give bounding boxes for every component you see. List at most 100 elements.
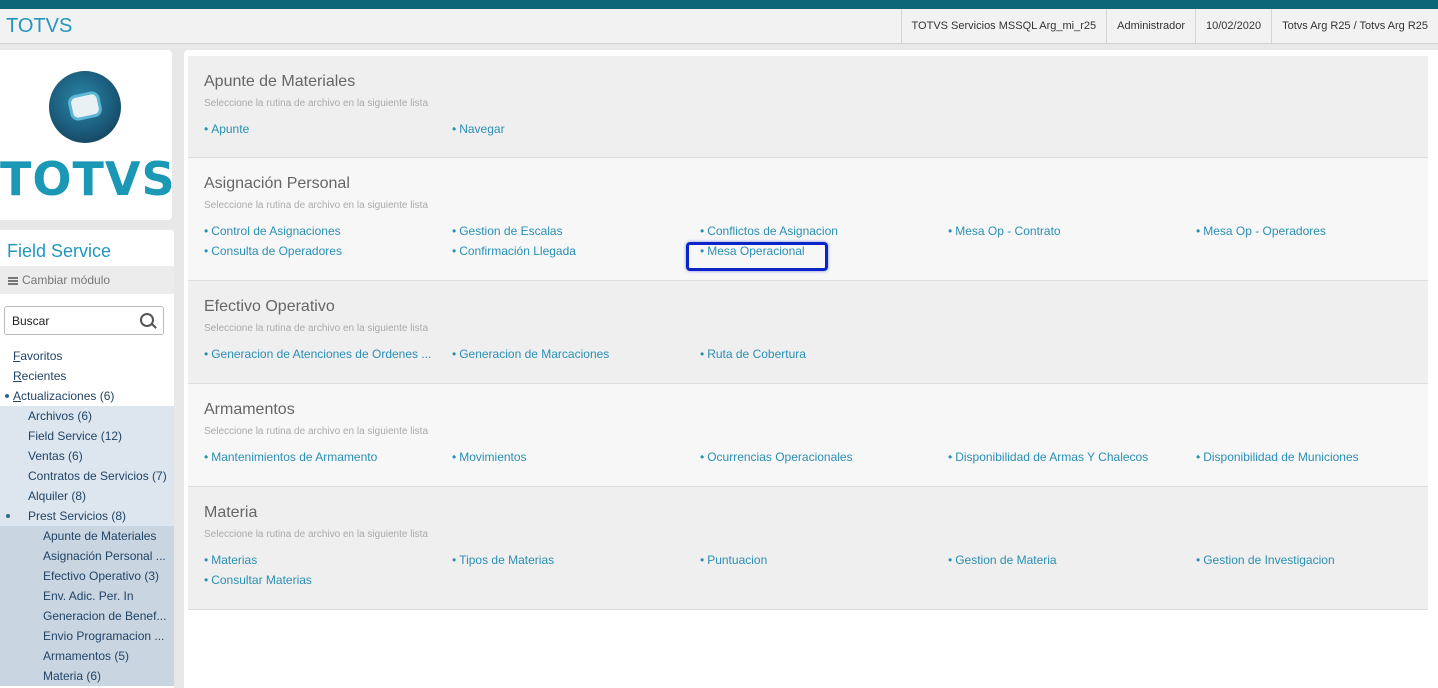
routine-link-label: Mesa Op - Contrato — [955, 224, 1061, 238]
header-environment[interactable]: TOTVS Servicios MSSQL Arg_mi_r25 — [900, 9, 1107, 43]
routine-link[interactable]: • Consultar Materias — [204, 573, 312, 587]
tree-item[interactable]: Favoritos — [0, 346, 174, 366]
logo-panel: TOTVS — [0, 50, 176, 220]
header-company[interactable]: Totvs Arg R25 / Totvs Arg R25 — [1271, 9, 1438, 43]
tree-item-label: Field Service (12) — [28, 429, 123, 443]
highlight-box — [686, 242, 828, 271]
routine-link[interactable]: • Ruta de Cobertura — [700, 347, 806, 361]
routine-link-label: Tipos de Materias — [459, 553, 555, 567]
routine-link[interactable]: • Consulta de Operadores — [204, 244, 342, 258]
routine-link[interactable]: • Confirmación Llegada — [452, 244, 576, 258]
bullet-icon: • — [1196, 450, 1201, 464]
bullet-icon: • — [204, 244, 209, 258]
search-box — [4, 306, 164, 335]
routine-link[interactable]: • Tipos de Materias — [452, 553, 554, 567]
routine-link-label: Consulta de Operadores — [211, 244, 342, 258]
routine-link[interactable]: • Mesa Op - Operadores — [1196, 224, 1326, 238]
totvs-logo-icon — [49, 71, 121, 143]
bullet-icon: • — [452, 122, 457, 136]
tree-item-label: Materia (6) — [43, 669, 102, 683]
routine-link-label: Gestion de Materia — [955, 553, 1057, 567]
bullet-icon: • — [204, 450, 209, 464]
routine-link[interactable]: • Generacion de Marcaciones — [452, 347, 609, 361]
bullet-icon: • — [948, 450, 953, 464]
routine-link-label: Navegar — [459, 122, 505, 136]
routine-link[interactable]: • Control de Asignaciones — [204, 224, 341, 238]
tree-item[interactable]: Alquiler (8) — [0, 486, 174, 506]
tree-item-label: Armamentos (5) — [43, 649, 130, 663]
routine-link[interactable]: • Gestion de Investigacion — [1196, 553, 1335, 567]
menu-icon — [8, 277, 18, 285]
search-input[interactable] — [10, 313, 134, 329]
bullet-icon: • — [452, 347, 457, 361]
section-title: Apunte de Materiales — [204, 73, 356, 90]
tree-item[interactable]: Recientes — [0, 366, 174, 386]
header-date[interactable]: 10/02/2020 — [1195, 9, 1271, 43]
change-module-button[interactable]: Cambiar módulo — [0, 266, 174, 294]
tree-item[interactable]: Field Service (12) — [0, 426, 174, 446]
tree-item-label: Apunte de Materiales — [43, 529, 157, 543]
routine-link-label: Materias — [211, 553, 258, 567]
section-title: Efectivo Operativo — [204, 298, 335, 315]
header-info: TOTVS Servicios MSSQL Arg_mi_r25 Adminis… — [900, 9, 1438, 43]
bullet-icon: • — [204, 573, 209, 587]
routine-link[interactable]: • Conflictos de Asignacion — [700, 224, 838, 238]
routine-link[interactable]: • Gestion de Escalas — [452, 224, 563, 238]
routine-link[interactable]: • Mesa Op - Contrato — [948, 224, 1061, 238]
bullet-icon: • — [452, 244, 457, 258]
tree-item[interactable]: Apunte de Materiales — [0, 526, 174, 546]
routine-link[interactable]: • Puntuacion — [700, 553, 767, 567]
routine-link[interactable]: • Generacion de Atenciones de Ordenes ... — [204, 347, 431, 361]
bullet-icon: • — [700, 553, 705, 567]
tree-item-label: Favoritos — [13, 349, 63, 363]
module-title: Field Service — [7, 241, 112, 261]
tree-item[interactable]: Contratos de Servicios (7) — [0, 466, 174, 486]
routine-link-label: Generacion de Atenciones de Ordenes ... — [211, 347, 432, 361]
section-title: Asignación Personal — [204, 175, 350, 192]
routine-link[interactable]: • Gestion de Materia — [948, 553, 1057, 567]
tree-item[interactable]: Materia (6) — [0, 666, 174, 686]
tree-item[interactable]: Envio Programacion ... — [0, 626, 174, 646]
tree-item[interactable]: Generacion de Benef... — [0, 606, 174, 626]
section-panel: Armamentos Seleccione la rutina de archiv… — [188, 384, 1428, 487]
tree-item-label: Contratos de Servicios (7) — [28, 469, 167, 483]
tree-item[interactable]: Efectivo Operativo (3) — [0, 566, 174, 586]
main-content: Apunte de Materiales Seleccione la rutina… — [184, 50, 1438, 688]
section-subtitle: Seleccione la rutina de archivo en la si… — [204, 426, 429, 437]
change-module-label: Cambiar módulo — [22, 273, 111, 287]
tree-item-label: Archivos (6) — [28, 409, 93, 423]
tree-item[interactable]: Archivos (6) — [0, 406, 174, 426]
tree-item[interactable]: Prest Servicios (8) — [0, 506, 174, 526]
routine-link-label: Disponibilidad de Municiones — [1203, 450, 1359, 464]
routine-link[interactable]: • Apunte — [204, 122, 249, 136]
bullet-icon: • — [452, 450, 457, 464]
tree-item[interactable]: Actualizaciones (6) — [0, 386, 174, 406]
routine-link[interactable]: • Ocurrencias Operacionales — [700, 450, 853, 464]
routine-link-label: Confirmación Llegada — [459, 244, 576, 258]
tree-item-label: Envio Programacion ... — [43, 629, 165, 643]
bullet-icon: • — [204, 553, 209, 567]
bullet-icon: • — [1196, 224, 1201, 238]
tree-item[interactable]: Ventas (6) — [0, 446, 174, 466]
tree-item-label: Recientes — [13, 369, 67, 383]
tree-item-label: Ventas (6) — [28, 449, 83, 463]
routine-link[interactable]: • Materias — [204, 553, 257, 567]
header-user[interactable]: Administrador — [1106, 9, 1195, 43]
section-title: Materia — [204, 504, 258, 521]
bullet-icon: • — [948, 553, 953, 567]
bullet-icon: • — [1196, 553, 1201, 567]
routine-link[interactable]: • Disponibilidad de Municiones — [1196, 450, 1359, 464]
search-icon[interactable] — [140, 313, 154, 327]
bullet-icon: • — [204, 122, 209, 136]
tree-item[interactable]: Armamentos (5) — [0, 646, 174, 666]
tree-item[interactable]: Asignación Personal ... — [0, 546, 174, 566]
module-tree: Favoritos Recientes Actualizaciones (6) Arc… — [0, 346, 174, 686]
routine-link[interactable]: • Disponibilidad de Armas Y Chalecos — [948, 450, 1148, 464]
routine-link[interactable]: • Movimientos — [452, 450, 527, 464]
routine-link[interactable]: • Navegar — [452, 122, 505, 136]
tree-item[interactable]: Env. Adic. Per. In — [0, 586, 174, 606]
logo-text: TOTVS — [0, 152, 176, 206]
routine-link[interactable]: • Mantenimientos de Armamento — [204, 450, 377, 464]
header-bar: TOTVS TOTVS Servicios MSSQL Arg_mi_r25 A… — [0, 9, 1438, 44]
section-subtitle: Seleccione la rutina de archivo en la si… — [204, 98, 429, 109]
